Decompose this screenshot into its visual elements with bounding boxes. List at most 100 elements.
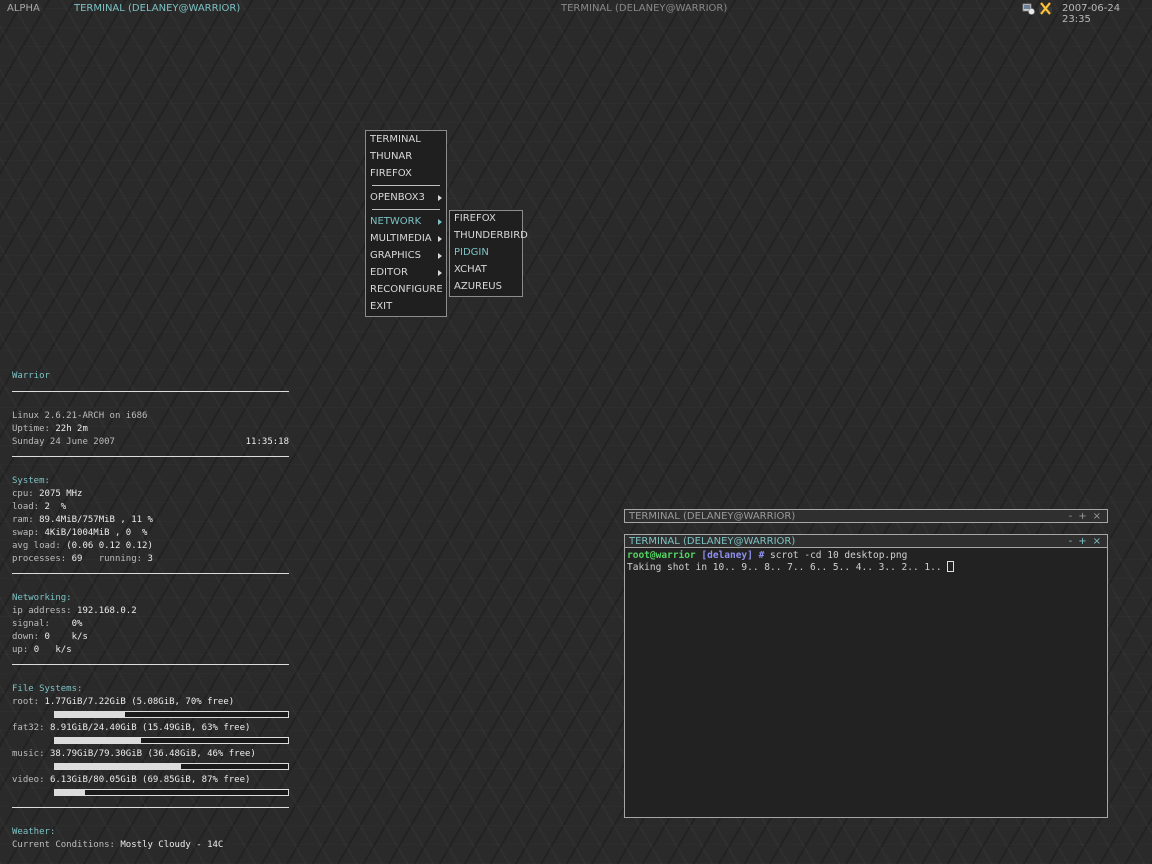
submenu-item-firefox[interactable]: FIREFOX xyxy=(454,211,496,227)
terminal-window-back-titlebar[interactable]: TERMINAL (DELANEY@WARRIOR) - + × xyxy=(624,509,1108,523)
submenu-arrow-icon xyxy=(438,195,442,201)
minimize-button[interactable]: - xyxy=(1069,536,1073,547)
menu-item-terminal[interactable]: TERMINAL xyxy=(370,132,421,148)
submenu-item-thunderbird[interactable]: THUNDERBIRD xyxy=(454,228,528,244)
maximize-button[interactable]: + xyxy=(1078,536,1086,547)
system-heading: System: xyxy=(12,476,50,486)
submenu-arrow-icon xyxy=(438,219,442,225)
terminal-body[interactable]: root@warrior [delaney] # scrot -cd 10 de… xyxy=(624,548,1108,818)
menu-item-editor[interactable]: EDITOR xyxy=(370,265,408,281)
swap-label: swap: xyxy=(12,528,40,538)
fs-usage-fill xyxy=(55,712,125,717)
weather-heading: Weather: xyxy=(12,827,56,837)
menu-item-firefox[interactable]: FIREFOX xyxy=(370,166,412,182)
uptime-label: Uptime: xyxy=(12,424,50,434)
load-value: 2 % xyxy=(44,502,67,512)
menu-item-exit[interactable]: EXIT xyxy=(370,299,392,315)
submenu-item-pidgin[interactable]: PIDGIN xyxy=(454,245,489,261)
filesystems-heading: File Systems: xyxy=(12,684,83,694)
avgload-row: avg load: (0.06 0.12 0.12) xyxy=(12,540,153,553)
up-value: 0 k/s xyxy=(33,645,72,655)
fs-row-fat32: fat32: 8.91GiB/24.40GiB (15.49GiB, 63% f… xyxy=(12,722,250,735)
menu-item-thunar[interactable]: THUNAR xyxy=(370,149,412,165)
uptime-value: 22h 2m xyxy=(55,424,88,434)
down-label: down: xyxy=(12,632,40,642)
running-label: running: xyxy=(98,554,143,564)
network-submenu: FIREFOX THUNDERBIRD PIDGIN XCHAT AZUREUS xyxy=(449,210,528,297)
fs-label: fat32: xyxy=(12,723,45,733)
kernel-info: Linux 2.6.21-ARCH on i686 xyxy=(12,411,148,421)
submenu-arrow-icon xyxy=(438,236,442,242)
ip-value: 192.168.0.2 xyxy=(77,606,137,616)
desktop-name[interactable]: ALPHA xyxy=(7,3,40,14)
date: Sunday 24 June 2007 xyxy=(12,437,115,447)
down-row: down: 0 k/s xyxy=(12,631,88,644)
conditions-label: Current Conditions: xyxy=(12,840,115,850)
load-label: load: xyxy=(12,502,40,512)
prompt-dir: [delaney] # xyxy=(701,550,765,561)
cpu-value: 2075 MHz xyxy=(39,489,83,499)
active-window-title: TERMINAL (DELANEY@WARRIOR) xyxy=(561,3,728,14)
avgload-value: (0.06 0.12 0.12) xyxy=(66,541,153,551)
close-x-icon[interactable] xyxy=(1039,2,1052,15)
close-button[interactable]: × xyxy=(1093,536,1101,547)
time: 11:35:18 xyxy=(245,437,289,447)
fs-row-video: video: 6.13GiB/80.05GiB (69.85GiB, 87% f… xyxy=(12,774,250,787)
maximize-button[interactable]: + xyxy=(1078,511,1086,522)
divider xyxy=(12,456,289,457)
cpu-row: cpu: 2075 MHz xyxy=(12,488,82,501)
submenu-item-azureus[interactable]: AZUREUS xyxy=(454,279,502,295)
signal-row: signal: 0% xyxy=(12,618,82,631)
submenu-item-xchat[interactable]: XCHAT xyxy=(454,262,487,278)
swap-row: swap: 4KiB/1004MiB , 0 % xyxy=(12,527,147,540)
window-buttons: - + × xyxy=(1063,510,1101,524)
fs-value: 1.77GiB/7.22GiB (5.08GiB, 70% free) xyxy=(44,697,235,707)
menu-item-reconfigure[interactable]: RECONFIGURE xyxy=(370,282,443,298)
fs-usage-fill xyxy=(55,790,86,795)
processes-row: processes: 69 running: 3 xyxy=(12,553,153,566)
window-buttons: - + × xyxy=(1063,535,1101,549)
output-text: Taking shot in 10.. 9.. 8.. 7.. 6.. 5.. … xyxy=(627,562,948,573)
conditions-value: Mostly Cloudy - 14C xyxy=(120,840,224,850)
command-line: root@warrior [delaney] # scrot -cd 10 de… xyxy=(627,550,1107,561)
ram-value: 89.4MiB/757MiB , 11 % xyxy=(39,515,153,525)
fs-label: video: xyxy=(12,775,45,785)
ip-label: ip address: xyxy=(12,606,72,616)
up-label: up: xyxy=(12,645,29,655)
fs-row-root: root: 1.77GiB/7.22GiB (5.08GiB, 70% free… xyxy=(12,696,234,709)
clock[interactable]: 2007-06-24 23:35 xyxy=(1062,3,1152,25)
command: scrot -cd 10 desktop.png xyxy=(770,550,908,561)
swap-value: 4KiB/1004MiB , 0 % xyxy=(44,528,148,538)
window-title: TERMINAL (DELANEY@WARRIOR) xyxy=(629,511,796,522)
prompt-user: root@warrior xyxy=(627,550,696,561)
menu-separator xyxy=(372,185,440,186)
fs-usage-fill xyxy=(55,764,181,769)
running-value: 3 xyxy=(147,554,153,564)
divider xyxy=(12,391,289,392)
uptime-row: Uptime: 22h 2m xyxy=(12,423,88,436)
text-cursor xyxy=(947,561,955,572)
hostname: Warrior xyxy=(12,371,50,381)
minimize-button[interactable]: - xyxy=(1069,511,1073,522)
menu-item-network[interactable]: NETWORK xyxy=(370,214,421,230)
terminal-window-titlebar[interactable]: TERMINAL (DELANEY@WARRIOR) - + × xyxy=(624,534,1108,548)
fs-label: music: xyxy=(12,749,45,759)
divider xyxy=(12,573,289,574)
root-menu: TERMINAL THUNAR FIREFOX OPENBOX3 NETWORK… xyxy=(365,130,447,317)
menu-item-graphics[interactable]: GRAPHICS xyxy=(370,248,421,264)
menu-item-multimedia[interactable]: MULTIMEDIA xyxy=(370,231,432,247)
submenu-arrow-icon xyxy=(438,253,442,259)
close-button[interactable]: × xyxy=(1093,511,1101,522)
ram-row: ram: 89.4MiB/757MiB , 11 % xyxy=(12,514,153,527)
taskbar-item-terminal[interactable]: TERMINAL (DELANEY@WARRIOR) xyxy=(74,3,240,14)
fs-usage-fill xyxy=(55,738,142,743)
up-row: up: 0 k/s xyxy=(12,644,72,657)
top-panel: ALPHA TERMINAL (DELANEY@WARRIOR) TERMINA… xyxy=(0,0,1152,25)
submenu-arrow-icon xyxy=(438,270,442,276)
ip-row: ip address: 192.168.0.2 xyxy=(12,605,137,618)
fs-value: 38.79GiB/79.30GiB (36.48GiB, 46% free) xyxy=(49,749,256,759)
network-status-icon[interactable] xyxy=(1022,2,1035,15)
fs-row-music: music: 38.79GiB/79.30GiB (36.48GiB, 46% … xyxy=(12,748,256,761)
menu-item-openbox3[interactable]: OPENBOX3 xyxy=(370,190,425,206)
output-line: Taking shot in 10.. 9.. 8.. 7.. 6.. 5.. … xyxy=(627,561,1107,573)
